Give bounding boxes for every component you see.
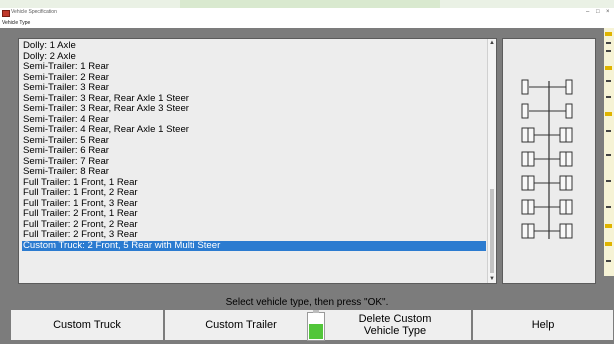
help-mark	[605, 32, 612, 36]
battery-cap	[313, 310, 319, 313]
help-mark	[605, 66, 612, 70]
scroll-down-icon[interactable]: ▼	[488, 275, 496, 283]
top-strip-wash	[180, 0, 440, 8]
vehicle-type-list-items: Dolly: 1 Axle Dolly: 2 Axle Semi-Trailer: …	[22, 40, 486, 251]
vehicle-diagram-panel	[502, 38, 596, 284]
axle-icon	[521, 151, 573, 167]
help-dot	[606, 42, 611, 44]
axle-icon	[521, 79, 573, 95]
delete-custom-label: Delete Custom Vehicle Type	[358, 313, 432, 337]
vehicle-type-item[interactable]: Full Trailer: 2 Front, 3 Rear	[22, 229, 486, 241]
maximize-icon[interactable]: □	[596, 9, 600, 15]
vehicle-type-item[interactable]: Semi-Trailer: 4 Rear, Rear Axle 1 Steer	[22, 124, 486, 136]
axle-icon	[521, 199, 573, 215]
custom-truck-button[interactable]: Custom Truck	[10, 309, 164, 341]
window-title: Vehicle Specification	[11, 9, 57, 15]
minimize-icon[interactable]: –	[586, 9, 589, 15]
vehicle-type-item[interactable]: Semi-Trailer: 1 Rear	[22, 61, 486, 73]
help-dot	[606, 50, 611, 52]
axle-icon	[521, 175, 573, 191]
help-dot	[606, 80, 611, 82]
vehicle-type-item[interactable]: Semi-Trailer: 8 Rear	[22, 166, 486, 178]
help-dot	[606, 206, 611, 208]
vehicle-type-item[interactable]: Semi-Trailer: 6 Rear	[22, 145, 486, 157]
scroll-up-icon[interactable]: ▲	[488, 39, 496, 47]
title-bar	[0, 8, 614, 19]
close-icon[interactable]: ×	[606, 9, 610, 15]
custom-truck-label: Custom Truck	[53, 319, 121, 331]
help-dot	[606, 180, 611, 182]
help-dot	[606, 154, 611, 156]
help-mark	[605, 242, 612, 246]
vehicle-type-item[interactable]: Semi-Trailer: 3 Rear	[22, 82, 486, 94]
help-mark	[605, 224, 612, 228]
help-dot	[606, 96, 611, 98]
list-scrollbar[interactable]: ▲ ▼	[487, 39, 496, 283]
app-icon	[2, 10, 10, 17]
vehicle-type-item[interactable]: Custom Truck: 2 Front, 5 Rear with Multi…	[22, 240, 486, 251]
axle-icon	[521, 103, 573, 119]
battery-icon	[307, 310, 325, 341]
vehicle-type-list[interactable]: Dolly: 1 Axle Dolly: 2 Axle Semi-Trailer: …	[18, 38, 497, 284]
top-strip	[0, 0, 614, 8]
battery-level	[309, 324, 323, 339]
help-mark	[605, 112, 612, 116]
custom-trailer-label: Custom Trailer	[205, 319, 277, 331]
window-subtitle: Vehicle Type	[2, 20, 31, 26]
axle-icon	[521, 127, 573, 143]
help-button[interactable]: Help	[472, 309, 614, 341]
scroll-thumb[interactable]	[490, 189, 494, 273]
delete-custom-vehicle-type-button[interactable]: Delete Custom Vehicle Type	[318, 309, 472, 341]
vehicle-type-item[interactable]: Full Trailer: 1 Front, 2 Rear	[22, 187, 486, 199]
vehicle-type-item[interactable]: Full Trailer: 2 Front, 1 Rear	[22, 208, 486, 220]
instruction-prompt: Select vehicle type, then press "OK".	[225, 297, 389, 308]
help-dot	[606, 260, 611, 262]
vehicle-type-item[interactable]: Semi-Trailer: 3 Rear, Rear Axle 3 Steer	[22, 103, 486, 115]
axle-icon	[521, 223, 573, 239]
vehicle-type-item[interactable]: Dolly: 1 Axle	[22, 40, 486, 52]
help-dot	[606, 130, 611, 132]
custom-trailer-button[interactable]: Custom Trailer	[164, 309, 318, 341]
axle-configuration-diagram-icon	[521, 79, 573, 239]
help-strip[interactable]	[604, 28, 614, 276]
help-label: Help	[531, 319, 555, 331]
